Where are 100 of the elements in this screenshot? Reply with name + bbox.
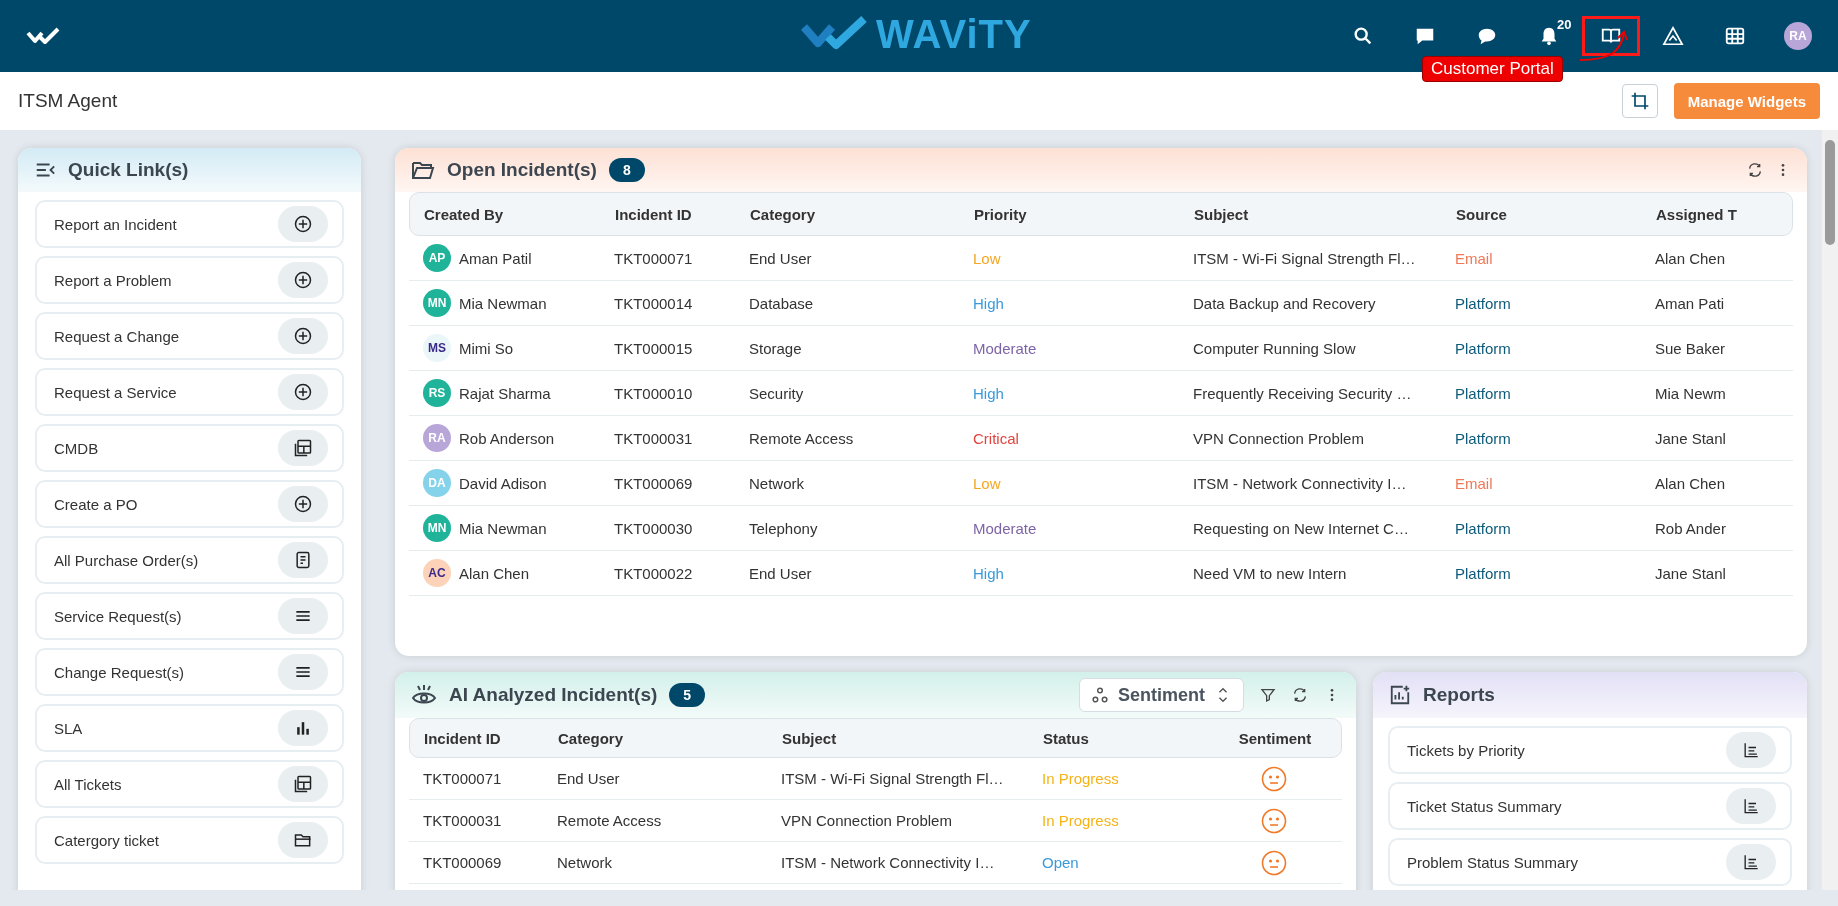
table-cell-text: Remote Access — [748, 429, 855, 447]
avatar: DA — [423, 469, 451, 497]
bell-button[interactable]: 20 — [1518, 16, 1580, 56]
column-header: Sentiment — [1237, 729, 1313, 747]
status-cell-text: Open — [1041, 854, 1080, 871]
table-cell-text: Storage — [748, 339, 803, 357]
quick-link[interactable]: Service Request(s) — [35, 592, 344, 640]
triangle-icon — [1662, 25, 1684, 47]
table-cell-text: Network — [556, 854, 613, 871]
panel-title: Open Incident(s) — [447, 159, 597, 181]
table-cell-text: TKT000071 — [422, 770, 503, 787]
table-cell-text: Rob Ander — [1654, 519, 1727, 537]
table-cell-text: TKT000071 — [613, 249, 694, 267]
source-cell-text: Platform — [1454, 564, 1512, 582]
quick-link-action[interactable] — [278, 598, 328, 634]
panel-title: Quick Link(s) — [68, 159, 189, 181]
report-link[interactable]: Problem Status Summary — [1388, 838, 1792, 886]
column-header: Category — [749, 205, 817, 223]
crop-button[interactable] — [1621, 84, 1658, 118]
neutral-face-icon — [1261, 765, 1287, 792]
quick-link-label: SLA — [54, 719, 84, 737]
table-cell-text: Security — [748, 384, 805, 402]
neutral-face-icon — [1261, 807, 1287, 834]
dropdown-value: Sentiment — [1118, 684, 1205, 706]
table-cell-text: Need VM to new Intern — [1192, 564, 1348, 582]
report-label: Tickets by Priority — [1407, 741, 1526, 759]
quick-link[interactable]: Report an Incident — [35, 200, 344, 248]
priority-cell-text: Moderate — [972, 519, 1038, 537]
report-action[interactable] — [1726, 788, 1776, 824]
quick-link[interactable]: Change Request(s) — [35, 648, 344, 696]
quick-link[interactable]: All Tickets — [35, 760, 344, 808]
column-header: Incident ID — [614, 205, 693, 223]
quick-link-action[interactable] — [278, 206, 328, 242]
scroll-thumb[interactable] — [1825, 140, 1835, 245]
quick-link[interactable]: Catergory ticket — [35, 816, 344, 864]
table-cell-text: TKT000069 — [422, 854, 503, 871]
avatar: AP — [423, 244, 451, 272]
quick-link[interactable]: All Purchase Order(s) — [35, 536, 344, 584]
table-cell-text: Jane Stanl — [1654, 564, 1727, 582]
table-cell-text: TKT000069 — [613, 474, 694, 492]
source-cell-text: Platform — [1454, 519, 1512, 537]
table-cell-text: Database — [748, 294, 815, 312]
folder-icon — [411, 159, 435, 181]
column-header: Status — [1042, 729, 1090, 747]
table-cell-text: ITSM - Wi-Fi Signal Strength Fl… — [1192, 249, 1417, 267]
plus-circle-icon — [293, 382, 313, 402]
table-cell: Mia Newman — [459, 519, 547, 537]
quick-link[interactable]: Request a Service — [35, 368, 344, 416]
priority-cell-text: Moderate — [972, 339, 1038, 357]
quick-link[interactable]: SLA — [35, 704, 344, 752]
table-cell-text: TKT000031 — [613, 429, 694, 447]
report-action[interactable] — [1726, 844, 1776, 880]
scrollbar[interactable] — [1822, 130, 1838, 890]
quick-link-action[interactable] — [278, 262, 328, 298]
table-cell-text: Jane Stanl — [1654, 429, 1727, 447]
quick-link-label: All Tickets — [54, 775, 123, 793]
quick-link-action[interactable] — [278, 430, 328, 466]
quick-link-action[interactable] — [278, 710, 328, 746]
quick-link-label: All Purchase Order(s) — [54, 551, 200, 569]
quick-link-label: Report an Incident — [54, 215, 178, 233]
quick-link-action[interactable] — [278, 654, 328, 690]
table-cell-text: Alan Chen — [1654, 474, 1727, 492]
layout-icon — [293, 774, 313, 794]
quick-link-action[interactable] — [278, 374, 328, 410]
table-cell-text: Network — [748, 474, 805, 492]
nodes-icon — [1092, 687, 1108, 703]
quick-link-action[interactable] — [278, 486, 328, 522]
report-link[interactable]: Ticket Status Summary — [1388, 782, 1792, 830]
quick-link[interactable]: Report a Problem — [35, 256, 344, 304]
refresh-icon — [1747, 162, 1763, 178]
table-cell-text: ITSM - Network Connectivity I… — [780, 854, 996, 871]
status-cell-text: In Progress — [1041, 812, 1120, 829]
table-cell: Mimi So — [459, 339, 514, 357]
table-cell: David Adison — [459, 474, 547, 492]
quick-link[interactable]: Request a Change — [35, 312, 344, 360]
callout-label: Customer Portal — [1422, 56, 1563, 82]
quick-link-action[interactable] — [278, 542, 328, 578]
quick-link[interactable]: CMDB — [35, 424, 344, 472]
priority-cell-text: High — [972, 294, 1005, 312]
panel-title: Reports — [1423, 684, 1495, 706]
book-button[interactable] — [1582, 16, 1640, 56]
source-cell-text: Platform — [1454, 339, 1512, 357]
quick-link-action[interactable] — [278, 822, 328, 858]
quick-link[interactable]: Create a PO — [35, 480, 344, 528]
table-cell-text: Aman Pati — [1654, 294, 1726, 312]
report-link[interactable]: Tickets by Priority — [1388, 726, 1792, 774]
plus-circle-icon — [293, 214, 313, 234]
quick-link-label: Request a Service — [54, 383, 178, 401]
table-cell-text: TKT000015 — [613, 339, 694, 357]
avatar: MS — [423, 334, 451, 362]
report-action[interactable] — [1726, 732, 1776, 768]
count-badge: 8 — [608, 158, 645, 182]
document-icon — [293, 550, 313, 570]
quick-link-action[interactable] — [278, 318, 328, 354]
column-header: Source — [1455, 205, 1508, 223]
table-cell-text: TKT000010 — [613, 384, 694, 402]
quick-link-action[interactable] — [278, 766, 328, 802]
table-cell-text: TKT000022 — [613, 564, 694, 582]
sentiment-dropdown[interactable]: Sentiment — [1079, 678, 1244, 712]
logo-text: WAViTY — [876, 12, 1032, 57]
